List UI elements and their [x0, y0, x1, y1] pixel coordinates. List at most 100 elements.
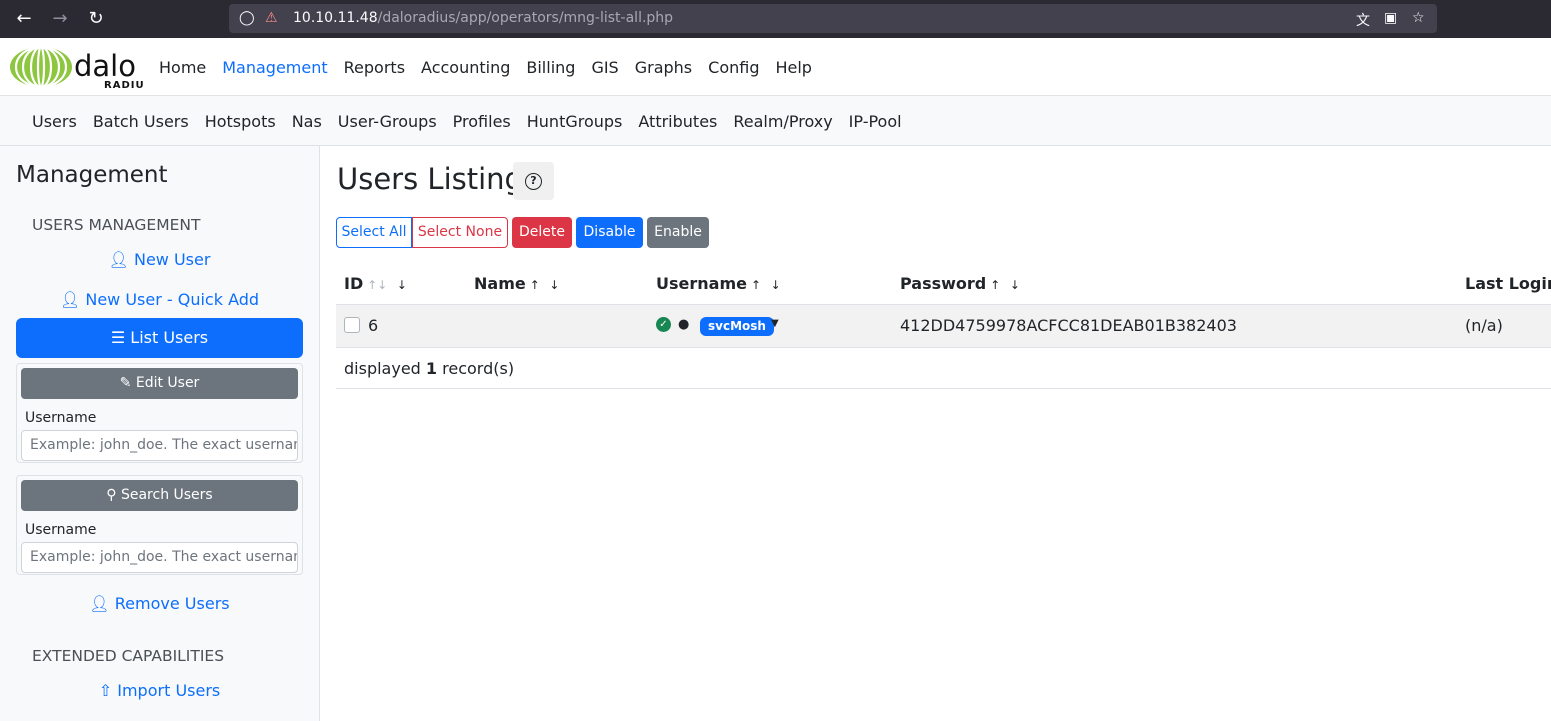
shield-icon[interactable]: ◯ — [239, 10, 255, 26]
sort-desc-icon[interactable]: ↓ — [1010, 278, 1020, 292]
edit-user-button[interactable]: ✎ Edit User — [21, 368, 298, 399]
table-footer: displayed 1 record(s) — [336, 348, 1551, 389]
section-users-management: USERS MANAGEMENT — [32, 216, 201, 234]
topnav-item-reports[interactable]: Reports — [344, 58, 405, 77]
logo-subtext: RADIUS — [104, 80, 144, 90]
select-all-button[interactable]: Select All — [336, 217, 412, 248]
subnav-item-attributes[interactable]: Attributes — [638, 112, 717, 131]
header-username-label: Username — [656, 274, 747, 293]
daloradius-logo[interactable]: dalo RADIUS — [8, 46, 144, 90]
records-number: 1 — [425, 359, 438, 378]
header-name-label: Name — [474, 274, 526, 293]
user-list-icon: ☰ — [110, 328, 126, 347]
subnav-item-users[interactable]: Users — [32, 112, 77, 131]
remove-users-link[interactable]: 👤︎ Remove Users — [16, 594, 303, 613]
remove-users-label: Remove Users — [114, 594, 230, 613]
user-edit-icon: ✎ — [119, 375, 132, 391]
sort-asc-icon[interactable]: ↑ — [530, 278, 540, 292]
url-host: 10.10.11.48 — [293, 10, 378, 26]
subnav-item-realm-proxy[interactable]: Realm/Proxy — [733, 112, 832, 131]
edit-user-card: ✎ Edit User Username Example: john_doe. … — [16, 363, 303, 463]
search-username-label: Username — [25, 522, 97, 538]
url-path: /daloradius/app/operators/mng-list-all.p… — [377, 10, 674, 26]
topnav-item-billing[interactable]: Billing — [526, 58, 575, 77]
cell-last-login: (n/a) — [1465, 316, 1503, 335]
topnav-item-home[interactable]: Home — [159, 58, 206, 77]
question-circle-icon: ? — [525, 173, 542, 190]
search-icon: ⚲ — [106, 487, 117, 503]
sort-desc-icon[interactable]: ↓ — [549, 278, 559, 292]
sub-nav-menu: Users Batch Users Hotspots Nas User-Groups Pr… — [32, 112, 918, 131]
records-count: displayed 1 record(s) — [344, 359, 514, 378]
back-icon[interactable]: ← — [12, 7, 36, 31]
sort-asc-icon[interactable]: ↑ — [751, 278, 761, 292]
topnav-item-graphs[interactable]: Graphs — [635, 58, 692, 77]
topnav-item-help[interactable]: Help — [775, 58, 811, 77]
topnav-item-management[interactable]: Management — [222, 58, 327, 77]
subnav-item-profiles[interactable]: Profiles — [453, 112, 511, 131]
subnav-item-hotspots[interactable]: Hotspots — [205, 112, 276, 131]
sidebar-title: Management — [16, 162, 168, 188]
cell-password: 412DD4759978ACFCC81DEAB01B382403 — [900, 316, 1237, 335]
list-users-label: List Users — [130, 328, 209, 347]
sort-asc-icon[interactable]: ↑ — [990, 278, 1000, 292]
new-user-quick-label: New User - Quick Add — [85, 290, 260, 309]
search-username-input[interactable]: Example: john_doe. The exact username — [21, 542, 298, 573]
browser-toolbar: ← → ↻ ◯ ⚠ 10.10.11.48/daloradius/app/ope… — [0, 0, 1551, 38]
search-users-button[interactable]: ⚲ Search Users — [21, 480, 298, 511]
cell-id: 6 — [368, 316, 379, 335]
edit-username-label: Username — [25, 410, 97, 426]
topnav-item-gis[interactable]: GIS — [591, 58, 618, 77]
logo-text: dalo — [74, 49, 136, 83]
username-badge[interactable]: svcMosh — [700, 317, 774, 336]
user-minus-icon: 👤︎ — [89, 594, 110, 613]
header-id: ID ↑↓ ↓ — [344, 274, 407, 293]
enable-button[interactable]: Enable — [647, 217, 709, 248]
list-users-link[interactable]: ☰ List Users — [16, 318, 303, 358]
select-none-button[interactable]: Select None — [412, 217, 508, 248]
user-plus-icon: 👤︎ — [59, 290, 81, 309]
top-nav-menu: Home Management Reports Accounting Billing GI… — [159, 58, 828, 77]
translate-icon[interactable]: 文 — [1356, 10, 1370, 30]
user-icon: ● — [678, 317, 690, 332]
url-text[interactable]: 10.10.11.48/daloradius/app/operators/mng… — [293, 10, 673, 26]
sort-desc-icon[interactable]: ↓ — [397, 278, 407, 292]
header-password-label: Password — [900, 274, 987, 293]
check-circle-icon: ✓ — [656, 317, 671, 332]
subnav-item-batch-users[interactable]: Batch Users — [93, 112, 189, 131]
header-name: Name ↑ ↓ — [474, 274, 559, 293]
user-plus-icon: 👤︎ — [108, 250, 129, 269]
subnav-item-ip-pool[interactable]: IP-Pool — [849, 112, 902, 131]
header-last-login: Last Login — [1465, 274, 1551, 293]
reader-icon[interactable]: ▣ — [1384, 10, 1397, 26]
section-extended-capabilities: EXTENDED CAPABILITIES — [32, 647, 225, 665]
subnav-item-nas[interactable]: Nas — [292, 112, 322, 131]
sort-desc-icon[interactable]: ↓ — [771, 278, 781, 292]
header-id-label: ID — [344, 274, 364, 293]
dropdown-caret-icon[interactable]: ▼ — [771, 318, 779, 329]
address-bar[interactable]: ◯ ⚠ 10.10.11.48/daloradius/app/operators… — [229, 4, 1437, 33]
search-users-label: Search Users — [120, 487, 213, 503]
row-checkbox[interactable] — [344, 317, 360, 333]
topnav-item-accounting[interactable]: Accounting — [421, 58, 510, 77]
forward-icon[interactable]: → — [48, 7, 72, 31]
page-title: Users Listing — [337, 162, 523, 196]
subnav-item-huntgroups[interactable]: HuntGroups — [527, 112, 623, 131]
disable-button[interactable]: Disable — [576, 217, 643, 248]
reload-icon[interactable]: ↻ — [84, 7, 108, 31]
sort-asc-icon[interactable]: ↑↓ — [367, 278, 387, 292]
topnav-item-config[interactable]: Config — [708, 58, 759, 77]
edit-username-input[interactable]: Example: john_doe. The exact username — [21, 430, 298, 461]
search-users-card: ⚲ Search Users Username Example: john_do… — [16, 475, 303, 575]
header-password: Password ↑ ↓ — [900, 274, 1020, 293]
records-suffix: record(s) — [437, 359, 515, 378]
help-button[interactable]: ? — [513, 162, 554, 200]
upload-icon: ⇧ — [98, 681, 113, 700]
subnav-item-user-groups[interactable]: User-Groups — [338, 112, 437, 131]
new-user-link[interactable]: 👤︎ New User — [16, 250, 303, 269]
insecure-lock-icon[interactable]: ⚠ — [265, 10, 278, 26]
bookmark-star-icon[interactable]: ☆ — [1412, 10, 1425, 26]
import-users-link[interactable]: ⇧ Import Users — [16, 681, 303, 700]
new-user-quick-add-link[interactable]: 👤︎ New User - Quick Add — [16, 290, 303, 309]
delete-button[interactable]: Delete — [512, 217, 572, 248]
